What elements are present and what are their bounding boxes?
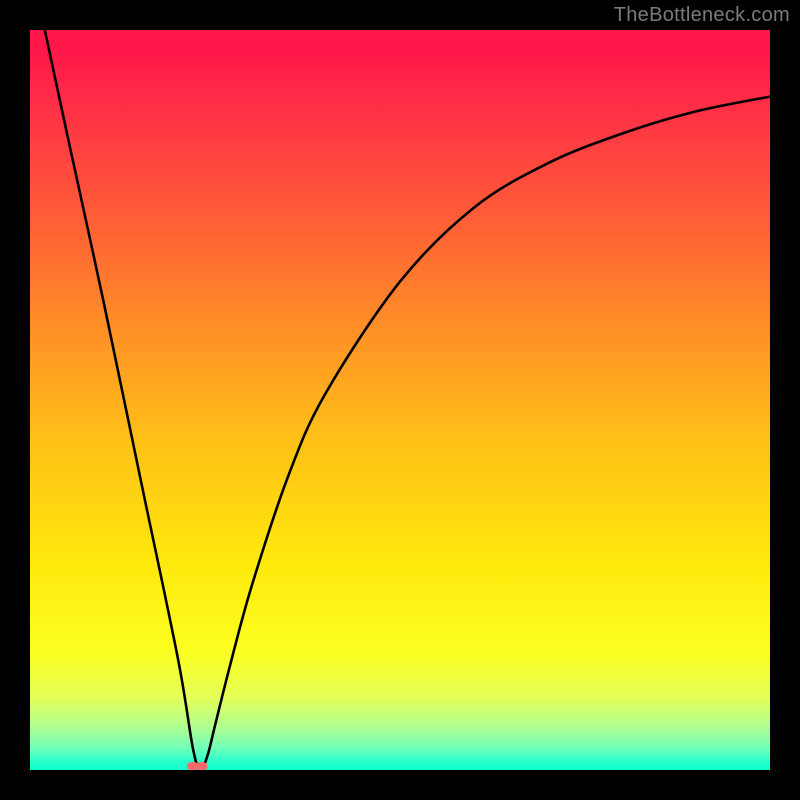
- bottleneck-curve: [45, 30, 770, 770]
- chart-frame: TheBottleneck.com: [0, 0, 800, 800]
- watermark-text: TheBottleneck.com: [614, 4, 790, 27]
- plot-area: [30, 30, 770, 770]
- curve-svg: [30, 30, 770, 770]
